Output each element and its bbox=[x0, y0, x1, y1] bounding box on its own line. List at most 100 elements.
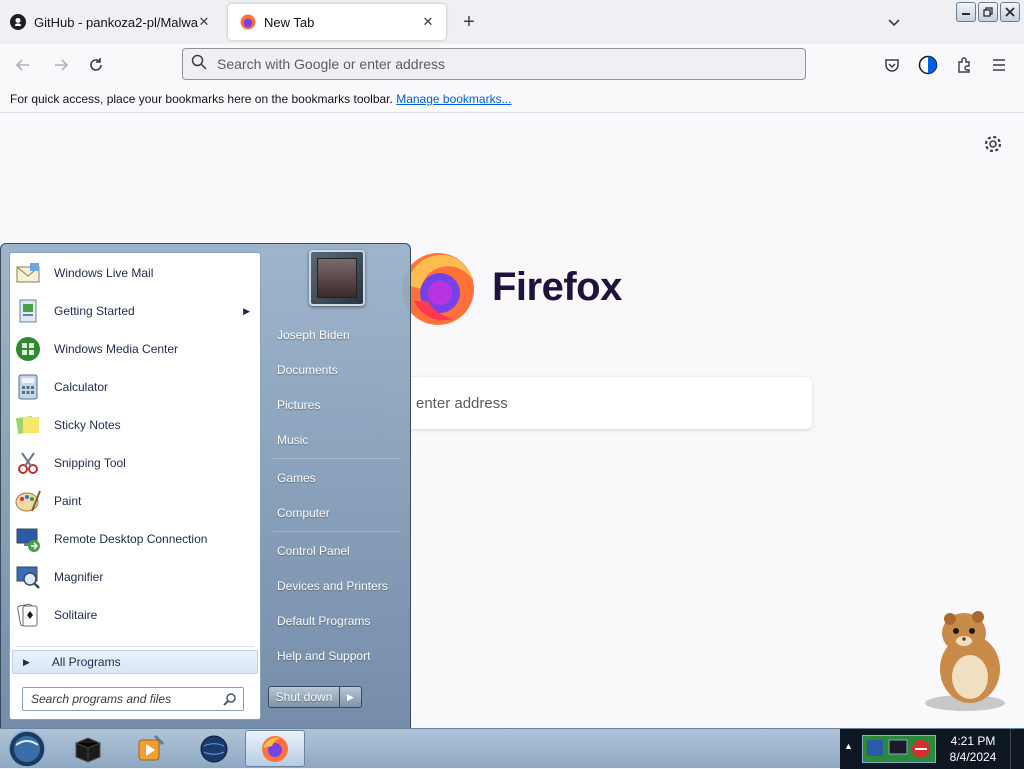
palette-icon bbox=[12, 485, 44, 517]
menu-hamburger-icon[interactable] bbox=[988, 54, 1010, 76]
getting-started-icon bbox=[12, 295, 44, 327]
start-link-computer[interactable]: Computer bbox=[267, 498, 407, 528]
program-snipping-tool[interactable]: Snipping Tool bbox=[12, 445, 258, 481]
taskbar-globe-icon[interactable] bbox=[184, 730, 244, 767]
start-link-music[interactable]: Music bbox=[267, 425, 407, 455]
start-link-help-support[interactable]: Help and Support bbox=[267, 641, 407, 671]
taskbar-firefox-icon[interactable] bbox=[245, 730, 305, 767]
taskbar-black-box-app-icon[interactable] bbox=[58, 730, 118, 767]
program-label: Getting Started bbox=[54, 304, 135, 318]
start-search-input[interactable]: Search programs and files bbox=[22, 687, 244, 711]
taskbar-media-player-icon[interactable] bbox=[120, 730, 180, 767]
program-paint[interactable]: Paint bbox=[12, 483, 258, 519]
program-label: Windows Media Center bbox=[54, 342, 179, 356]
program-label: Sticky Notes bbox=[54, 418, 121, 432]
divider bbox=[273, 531, 401, 532]
scissors-icon bbox=[12, 447, 44, 479]
close-tab-icon[interactable]: ✕ bbox=[196, 14, 212, 30]
tab-github[interactable]: GitHub - pankoza2-pl/Malware ✕ bbox=[0, 0, 222, 44]
firefox-wordmark: Firefox bbox=[492, 265, 622, 309]
start-link-pictures[interactable]: Pictures bbox=[267, 390, 407, 420]
taskbar: ▲ 4:21 PM 8/4/2024 bbox=[0, 728, 1024, 769]
program-calculator[interactable]: Calculator bbox=[12, 369, 258, 405]
tab-new-tab[interactable]: New Tab ✕ bbox=[228, 4, 446, 40]
program-label: Windows Live Mail bbox=[54, 266, 154, 280]
program-windows-live-mail[interactable]: Windows Live Mail bbox=[12, 255, 258, 291]
start-link-devices-printers[interactable]: Devices and Printers bbox=[267, 571, 407, 601]
calculator-icon bbox=[12, 371, 44, 403]
program-label: Snipping Tool bbox=[54, 456, 126, 470]
arrow-right-icon: ▶ bbox=[23, 656, 30, 667]
divider bbox=[273, 458, 401, 459]
search-icon[interactable] bbox=[223, 692, 237, 706]
shut-down-button[interactable]: Shut down bbox=[268, 686, 340, 708]
all-programs-label: All Programs bbox=[51, 655, 121, 669]
navigation-toolbar: Search with Google or enter address bbox=[0, 44, 1024, 86]
program-solitaire[interactable]: Solitaire bbox=[12, 597, 258, 633]
show-desktop-button[interactable] bbox=[1010, 729, 1024, 769]
user-avatar[interactable] bbox=[309, 250, 365, 306]
minimize-icon[interactable] bbox=[956, 2, 976, 22]
program-windows-media-center[interactable]: Windows Media Center bbox=[12, 331, 258, 367]
remote-desktop-icon bbox=[12, 523, 44, 555]
close-window-icon[interactable] bbox=[1000, 2, 1020, 22]
start-menu: Windows Live Mail Getting Started ▶ Wind… bbox=[0, 243, 411, 729]
close-tab-icon[interactable]: ✕ bbox=[420, 14, 436, 30]
search-icon bbox=[191, 54, 207, 75]
bookmarks-toolbar: For quick access, place your bookmarks h… bbox=[0, 86, 1024, 113]
account-icon[interactable] bbox=[917, 54, 939, 76]
program-getting-started[interactable]: Getting Started ▶ bbox=[12, 293, 258, 329]
start-link-default-programs[interactable]: Default Programs bbox=[267, 606, 407, 636]
url-bar-placeholder: Search with Google or enter address bbox=[217, 56, 446, 72]
tab-label: New Tab bbox=[264, 14, 315, 30]
reload-icon[interactable] bbox=[85, 54, 107, 76]
program-sticky-notes[interactable]: Sticky Notes bbox=[12, 407, 258, 443]
taskbar-clock[interactable]: 4:21 PM 8/4/2024 bbox=[940, 733, 1006, 765]
cards-icon bbox=[12, 599, 44, 631]
manage-bookmarks-link[interactable]: Manage bookmarks... bbox=[396, 92, 511, 106]
program-label: Paint bbox=[54, 494, 82, 508]
tab-strip: GitHub - pankoza2-pl/Malware ✕ New Tab ✕… bbox=[0, 0, 1024, 44]
divider bbox=[16, 646, 254, 647]
firefox-icon bbox=[240, 14, 256, 30]
program-remote-desktop[interactable]: Remote Desktop Connection bbox=[12, 521, 258, 557]
url-bar[interactable]: Search with Google or enter address bbox=[182, 48, 806, 80]
restore-icon[interactable] bbox=[978, 2, 998, 22]
start-link-user[interactable]: Joseph Biden bbox=[267, 320, 407, 350]
program-label: Remote Desktop Connection bbox=[54, 532, 208, 546]
tab-label: GitHub - pankoza2-pl/Malware bbox=[34, 14, 198, 30]
shut-down-options-arrow-icon[interactable]: ▶ bbox=[340, 686, 362, 708]
program-magnifier[interactable]: Magnifier bbox=[12, 559, 258, 595]
github-icon bbox=[10, 14, 26, 30]
list-all-tabs-chevron-icon[interactable] bbox=[884, 12, 904, 32]
back-arrow-icon[interactable] bbox=[12, 54, 34, 76]
bookmarks-hint: For quick access, place your bookmarks h… bbox=[10, 92, 393, 106]
forward-arrow-icon[interactable] bbox=[50, 54, 72, 76]
all-programs-button[interactable]: ▶ All Programs bbox=[12, 650, 258, 674]
magnifier-icon bbox=[12, 561, 44, 593]
hamster-desktop-pet[interactable] bbox=[920, 603, 1010, 713]
pocket-icon[interactable] bbox=[881, 54, 903, 76]
show-hidden-icons-arrow-icon[interactable]: ▲ bbox=[844, 741, 856, 755]
program-label: Magnifier bbox=[54, 570, 104, 584]
start-link-games[interactable]: Games bbox=[267, 463, 407, 493]
extensions-puzzle-icon[interactable] bbox=[953, 54, 975, 76]
mail-icon bbox=[12, 257, 44, 289]
window-controls bbox=[956, 2, 1020, 22]
program-label: Calculator bbox=[54, 380, 109, 394]
gear-icon[interactable] bbox=[982, 133, 1004, 155]
start-link-control-panel[interactable]: Control Panel bbox=[267, 536, 407, 566]
new-tab-plus-icon[interactable]: + bbox=[458, 12, 480, 34]
start-orb-icon[interactable] bbox=[4, 729, 50, 769]
start-search-placeholder: Search programs and files bbox=[31, 692, 172, 706]
clock-date: 8/4/2024 bbox=[949, 750, 997, 764]
submenu-arrow-icon: ▶ bbox=[243, 305, 250, 316]
clock-time: 4:21 PM bbox=[950, 734, 996, 748]
media-center-icon bbox=[12, 333, 44, 365]
sticky-notes-icon bbox=[12, 409, 44, 441]
tray-icons[interactable] bbox=[862, 735, 936, 763]
avatar-image bbox=[317, 258, 357, 298]
start-link-documents[interactable]: Documents bbox=[267, 355, 407, 385]
newtab-search-box[interactable]: enter address bbox=[380, 377, 812, 429]
newtab-search-text: enter address bbox=[416, 394, 508, 412]
